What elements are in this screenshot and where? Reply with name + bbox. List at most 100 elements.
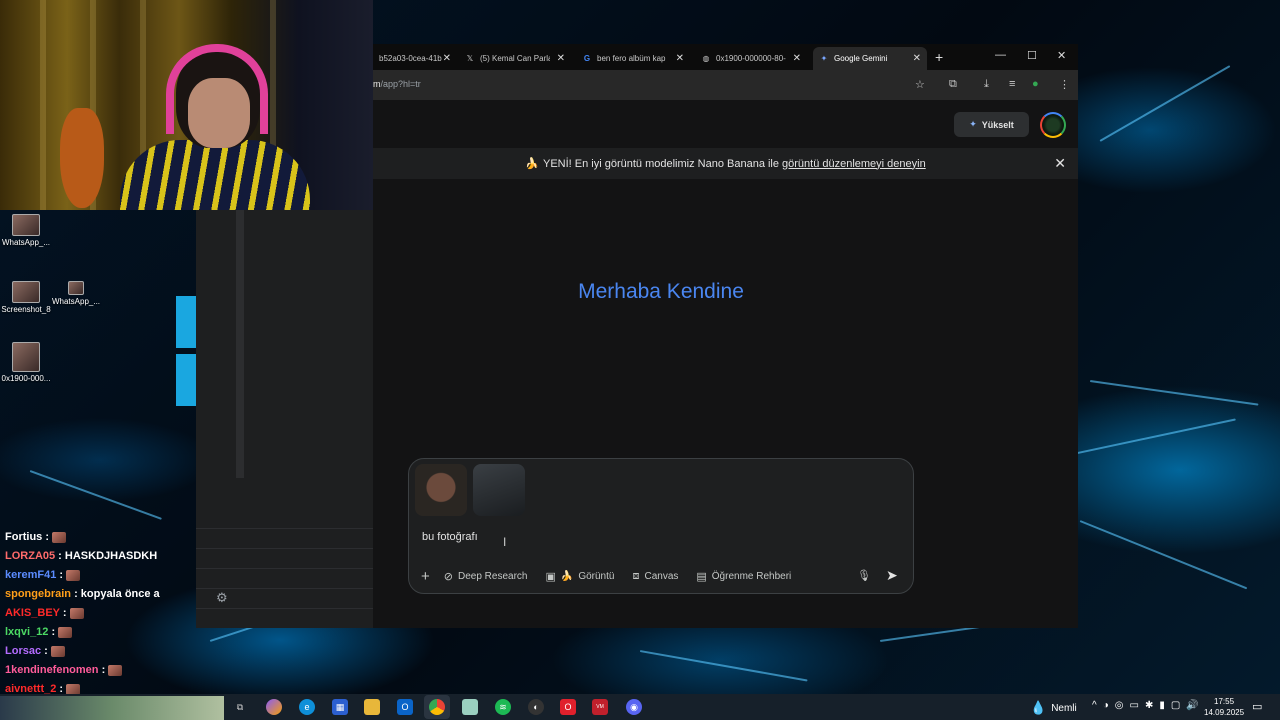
chat-emote-icon bbox=[50, 645, 65, 657]
task-view-icon[interactable]: ⧉ bbox=[232, 699, 248, 715]
mic-tray-icon[interactable]: ▮ bbox=[1159, 700, 1165, 711]
chevron-up-icon[interactable]: ^ bbox=[1092, 700, 1097, 711]
menu-kebab-icon[interactable]: ⋮ bbox=[1059, 78, 1070, 91]
image-file-icon bbox=[12, 214, 40, 236]
tab-google-gemini[interactable]: ✦ Google Gemini ✕ bbox=[813, 47, 927, 70]
desktop-icon-whatsapp-1[interactable]: WhatsApp_... bbox=[0, 214, 52, 247]
spotify-icon[interactable]: ≋ bbox=[495, 699, 511, 715]
guided-learning-button[interactable]: ▤ Öğrenme Rehberi bbox=[696, 570, 791, 583]
download-icon[interactable]: ⤓ bbox=[984, 78, 989, 91]
outlook-icon[interactable]: O bbox=[397, 699, 413, 715]
scrollbar[interactable] bbox=[236, 210, 244, 478]
file-explorer-icon[interactable] bbox=[364, 699, 380, 715]
chat-username[interactable]: Lorsac bbox=[5, 645, 41, 657]
discord-icon[interactable]: ◉ bbox=[626, 699, 642, 715]
obs-icon[interactable]: ◐ bbox=[528, 699, 544, 715]
bluetooth-icon[interactable]: ✱ bbox=[1145, 700, 1153, 711]
close-tab-icon[interactable]: ✕ bbox=[443, 53, 451, 64]
banner-link[interactable]: görüntü düzenlemeyi deneyin bbox=[782, 158, 926, 170]
extensions-icon[interactable]: ⧉ bbox=[949, 78, 957, 91]
maximize-button[interactable]: ☐ bbox=[1027, 49, 1037, 62]
image-tool-button[interactable]: ▣ 🍌 Görüntü bbox=[545, 570, 614, 583]
opera-icon[interactable]: O bbox=[560, 699, 576, 715]
voicemeeter-icon[interactable]: VM bbox=[592, 699, 608, 715]
browser-window: b52a03-0cea-41b ✕ 𝕏 (5) Kemal Can Parla … bbox=[373, 44, 1078, 628]
weather-widget[interactable]: 💧 Nemli bbox=[1030, 700, 1077, 716]
chat-username[interactable]: spongebrain bbox=[5, 588, 71, 600]
usb-icon[interactable]: ▭ bbox=[1129, 700, 1138, 711]
chat-message: keremF41 : bbox=[0, 566, 200, 585]
chat-username[interactable]: 1kendinefenomen bbox=[5, 664, 99, 676]
close-tab-icon[interactable]: ✕ bbox=[793, 53, 801, 64]
attachment-thumbnail-1[interactable] bbox=[415, 464, 467, 516]
prompt-composer[interactable]: bu fotoğrafı I + ⊘ Deep Research ▣ 🍌 Gör… bbox=[408, 458, 914, 594]
announcement-banner: 🍌 YENİ! En iyi görüntü modelimiz Nano Ba… bbox=[373, 148, 1078, 179]
canvas-icon: ⧈ bbox=[632, 569, 640, 582]
chat-username[interactable]: Fortius bbox=[5, 531, 42, 543]
settings-icon[interactable]: ⚙ bbox=[216, 590, 228, 606]
deep-research-icon: ⊘ bbox=[443, 570, 453, 583]
humidity-icon: 💧 bbox=[1030, 700, 1047, 715]
add-file-button[interactable]: + bbox=[421, 568, 430, 585]
system-tray: ^ ◑ ◎ ▭ ✱ ▮ ▢ 🔊 bbox=[1092, 700, 1199, 711]
tab-x-kemal[interactable]: 𝕏 (5) Kemal Can Parla ✕ bbox=[459, 47, 571, 70]
chat-username[interactable]: AKIS_BEY bbox=[5, 607, 60, 619]
chat-username[interactable]: lxqvi_12 bbox=[5, 626, 48, 638]
tab-0x1900[interactable]: ◍ 0x1900-000000-80- ✕ bbox=[695, 47, 807, 70]
bookmark-star-icon[interactable]: ☆ bbox=[915, 78, 925, 91]
upgrade-button[interactable]: ✦ Yükselt bbox=[954, 112, 1029, 137]
side-panel: ⚙ bbox=[196, 210, 380, 628]
store-icon[interactable]: ▦ bbox=[332, 699, 348, 715]
edge-icon[interactable]: e bbox=[299, 699, 315, 715]
close-tab-icon[interactable]: ✕ bbox=[557, 53, 565, 64]
chat-emote-icon bbox=[52, 531, 67, 543]
tab-google-search[interactable]: G ben fero albüm kap ✕ bbox=[576, 47, 690, 70]
close-tab-icon[interactable]: ✕ bbox=[913, 53, 921, 64]
desktop-icon-screenshot[interactable]: Screenshot_8 bbox=[0, 281, 52, 314]
media-control-icon[interactable]: ≡ bbox=[1009, 78, 1015, 90]
chrome-taskbar-active[interactable] bbox=[424, 695, 450, 719]
attachment-thumbnail-2[interactable] bbox=[473, 464, 525, 516]
image-file-icon bbox=[12, 281, 40, 303]
microphone-icon[interactable]: 🎙 bbox=[857, 569, 871, 582]
url-text[interactable]: m/app?hl=tr bbox=[373, 79, 421, 89]
canvas-button[interactable]: ⧈ Canvas bbox=[632, 570, 678, 583]
deep-research-button[interactable]: ⊘ Deep Research bbox=[444, 570, 528, 583]
desktop-icon-0x1900[interactable]: 0x1900-000... bbox=[0, 342, 52, 383]
composer-toolbar: + ⊘ Deep Research ▣ 🍌 Görüntü ⧈ Canvas ▤… bbox=[419, 567, 809, 585]
taskbar-search-preview[interactable] bbox=[0, 696, 224, 720]
greeting: Merhaba Kendine bbox=[578, 280, 744, 303]
send-button[interactable]: ➤ bbox=[886, 567, 898, 584]
desktop-icon-whatsapp-2[interactable]: WhatsApp_... bbox=[50, 281, 102, 306]
streamer-shirt bbox=[120, 140, 310, 210]
minimize-button[interactable]: — bbox=[995, 49, 1006, 61]
copilot-icon[interactable] bbox=[266, 699, 282, 715]
account-avatar[interactable] bbox=[1040, 112, 1066, 138]
tray-app-icon[interactable]: ◎ bbox=[1115, 700, 1124, 711]
chat-message: lxqvi_12 : bbox=[0, 623, 200, 642]
chat-emote-icon bbox=[66, 683, 81, 695]
volume-icon[interactable]: 🔊 bbox=[1186, 700, 1198, 711]
new-tab-button[interactable]: + bbox=[935, 49, 943, 65]
notification-icon[interactable]: ▭ bbox=[1252, 700, 1262, 713]
steam-icon[interactable]: ◑ bbox=[1103, 700, 1109, 711]
close-tab-icon[interactable]: ✕ bbox=[676, 53, 684, 64]
image-file-icon bbox=[12, 342, 40, 372]
close-window-button[interactable]: ✕ bbox=[1057, 49, 1066, 62]
accent-bar bbox=[176, 296, 196, 348]
chat-username[interactable]: keremF41 bbox=[5, 569, 56, 581]
image-tool-icon: ▣ bbox=[545, 570, 556, 583]
address-bar[interactable]: m/app?hl=tr ☆ ⧉ ⤓ ≡ ● ⋮ bbox=[373, 70, 1078, 100]
chat-username[interactable]: LORZA05 bbox=[5, 550, 55, 562]
book-icon: ▤ bbox=[696, 570, 707, 583]
profile-icon[interactable]: ● bbox=[1032, 78, 1039, 90]
webcam-overlay bbox=[0, 0, 373, 210]
prompt-input[interactable]: bu fotoğrafı bbox=[422, 531, 478, 543]
network-icon[interactable]: ▢ bbox=[1171, 700, 1180, 711]
close-banner-icon[interactable]: ✕ bbox=[1054, 155, 1066, 172]
notepad-icon[interactable] bbox=[462, 699, 478, 715]
x-logo-icon: 𝕏 bbox=[466, 54, 474, 63]
chat-text: HASKDJHASDKH bbox=[64, 550, 158, 562]
tab-image[interactable]: b52a03-0cea-41b ✕ bbox=[373, 47, 457, 70]
clock[interactable]: 17:55 14.09.2025 bbox=[1204, 696, 1244, 718]
